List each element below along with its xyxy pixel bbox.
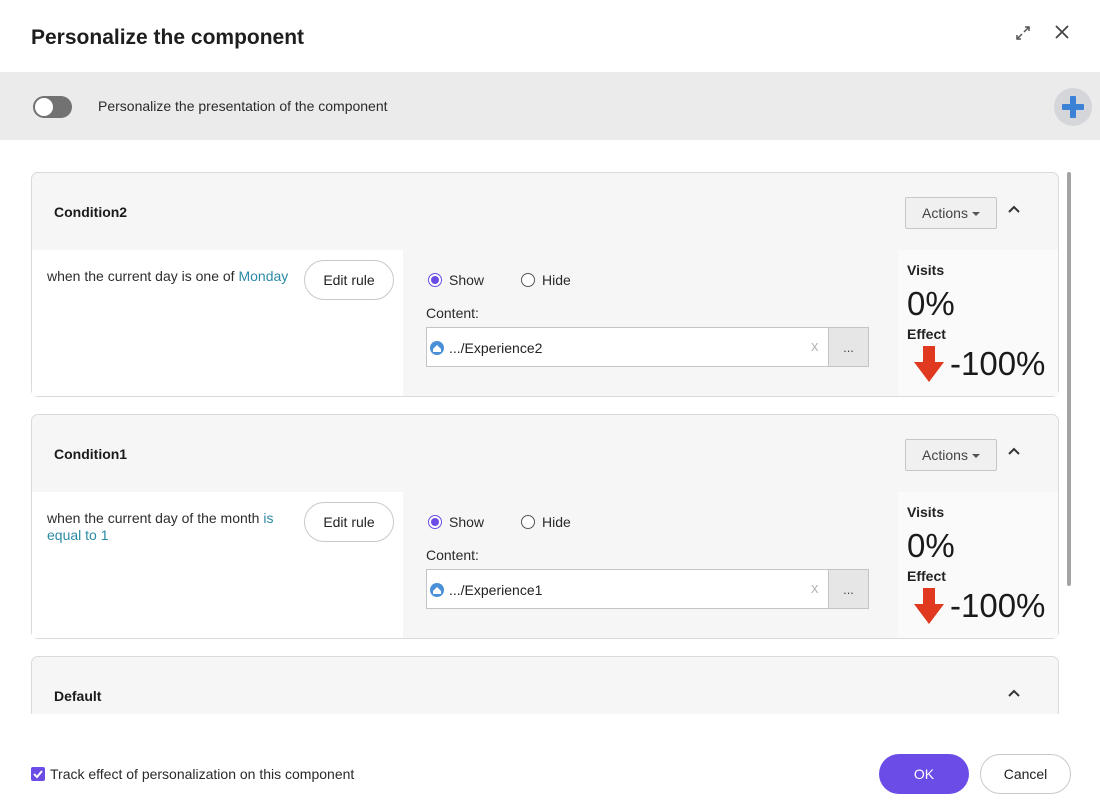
radio-icon bbox=[521, 273, 535, 287]
visits-value: 0% bbox=[907, 285, 955, 322]
effect-row: -100% bbox=[914, 587, 1045, 625]
effect-value: -100% bbox=[950, 587, 1046, 624]
dialog-footer: Track effect of personalization on this … bbox=[0, 714, 1100, 812]
show-radio[interactable]: Show bbox=[428, 514, 484, 530]
scrollbar[interactable] bbox=[1067, 172, 1071, 586]
content-value: .../Experience1 bbox=[449, 582, 543, 598]
content-value: .../Experience2 bbox=[449, 340, 543, 356]
plus-icon bbox=[1062, 96, 1084, 118]
actions-label: Actions bbox=[922, 447, 968, 463]
page-icon bbox=[430, 583, 444, 597]
ok-button[interactable]: OK bbox=[879, 754, 969, 794]
default-title: Default bbox=[54, 688, 102, 704]
show-panel: Show Hide Content: .../Experience2 x ... bbox=[403, 250, 897, 396]
show-label: Show bbox=[449, 514, 485, 530]
track-effect-label: Track effect of personalization on this … bbox=[50, 766, 355, 782]
stats-panel: Visits 0% Effect -100% bbox=[898, 250, 1058, 396]
content-label: Content: bbox=[426, 305, 479, 321]
personalize-toggle-bar: Personalize the presentation of the comp… bbox=[0, 72, 1100, 140]
rule-panel: when the current day is one of Monday Ed… bbox=[32, 250, 403, 396]
close-icon[interactable] bbox=[1051, 21, 1073, 43]
toggle-label: Personalize the presentation of the comp… bbox=[98, 98, 388, 114]
rule-description: when the current day of the month is equ… bbox=[47, 510, 299, 544]
hide-label: Hide bbox=[542, 272, 571, 288]
personalize-toggle[interactable] bbox=[33, 96, 72, 118]
browse-button[interactable]: ... bbox=[828, 570, 868, 608]
check-icon bbox=[33, 770, 43, 779]
rule-link[interactable]: Monday bbox=[238, 268, 288, 284]
hide-label: Hide bbox=[542, 514, 571, 530]
visits-label: Visits bbox=[907, 262, 945, 278]
condition-card: Condition2 Actions when the current day … bbox=[31, 172, 1059, 397]
content-field[interactable]: .../Experience2 x ... bbox=[426, 327, 869, 367]
actions-label: Actions bbox=[922, 205, 968, 221]
condition-title: Condition1 bbox=[54, 446, 128, 462]
chevron-up-icon[interactable] bbox=[1006, 202, 1022, 214]
track-effect-checkbox[interactable] bbox=[31, 767, 45, 781]
rule-description: when the current day is one of Monday bbox=[47, 268, 299, 285]
content-label: Content: bbox=[426, 547, 479, 563]
expand-icon[interactable] bbox=[1012, 22, 1034, 44]
browse-button[interactable]: ... bbox=[828, 328, 868, 366]
radio-selected-icon bbox=[428, 273, 442, 287]
clear-icon[interactable]: x bbox=[811, 338, 819, 355]
actions-button[interactable]: Actions bbox=[905, 439, 997, 471]
add-condition-button[interactable] bbox=[1054, 88, 1092, 126]
effect-label: Effect bbox=[907, 568, 946, 584]
show-panel: Show Hide Content: .../Experience1 x ... bbox=[403, 492, 897, 638]
show-label: Show bbox=[449, 272, 485, 288]
chevron-up-icon[interactable] bbox=[1006, 686, 1022, 698]
hide-radio[interactable]: Hide bbox=[521, 514, 571, 530]
cancel-button[interactable]: Cancel bbox=[980, 754, 1071, 794]
caret-down-icon bbox=[971, 454, 980, 458]
show-radio[interactable]: Show bbox=[428, 272, 484, 288]
visits-value: 0% bbox=[907, 527, 955, 564]
dialog-header: Personalize the component bbox=[0, 0, 1100, 72]
arrow-down-icon bbox=[914, 346, 944, 382]
toggle-knob bbox=[35, 98, 53, 116]
page-icon bbox=[430, 341, 444, 355]
rule-text: when the current day of the month bbox=[47, 510, 264, 526]
rule-text: when the current day is one of bbox=[47, 268, 239, 284]
rule-panel: when the current day of the month is equ… bbox=[32, 492, 403, 638]
arrow-down-icon bbox=[914, 588, 944, 624]
actions-button[interactable]: Actions bbox=[905, 197, 997, 229]
caret-down-icon bbox=[971, 212, 980, 216]
effect-value: -100% bbox=[950, 345, 1046, 382]
hide-radio[interactable]: Hide bbox=[521, 272, 571, 288]
chevron-up-icon[interactable] bbox=[1006, 444, 1022, 456]
edit-rule-button[interactable]: Edit rule bbox=[304, 260, 394, 300]
effect-row: -100% bbox=[914, 345, 1045, 383]
radio-selected-icon bbox=[428, 515, 442, 529]
condition-card: Condition1 Actions when the current day … bbox=[31, 414, 1059, 639]
dialog-title: Personalize the component bbox=[31, 26, 305, 49]
effect-label: Effect bbox=[907, 326, 946, 342]
content-field[interactable]: .../Experience1 x ... bbox=[426, 569, 869, 609]
clear-icon[interactable]: x bbox=[811, 580, 819, 597]
radio-icon bbox=[521, 515, 535, 529]
visits-label: Visits bbox=[907, 504, 945, 520]
edit-rule-button[interactable]: Edit rule bbox=[304, 502, 394, 542]
condition-title: Condition2 bbox=[54, 204, 128, 220]
stats-panel: Visits 0% Effect -100% bbox=[898, 492, 1058, 638]
